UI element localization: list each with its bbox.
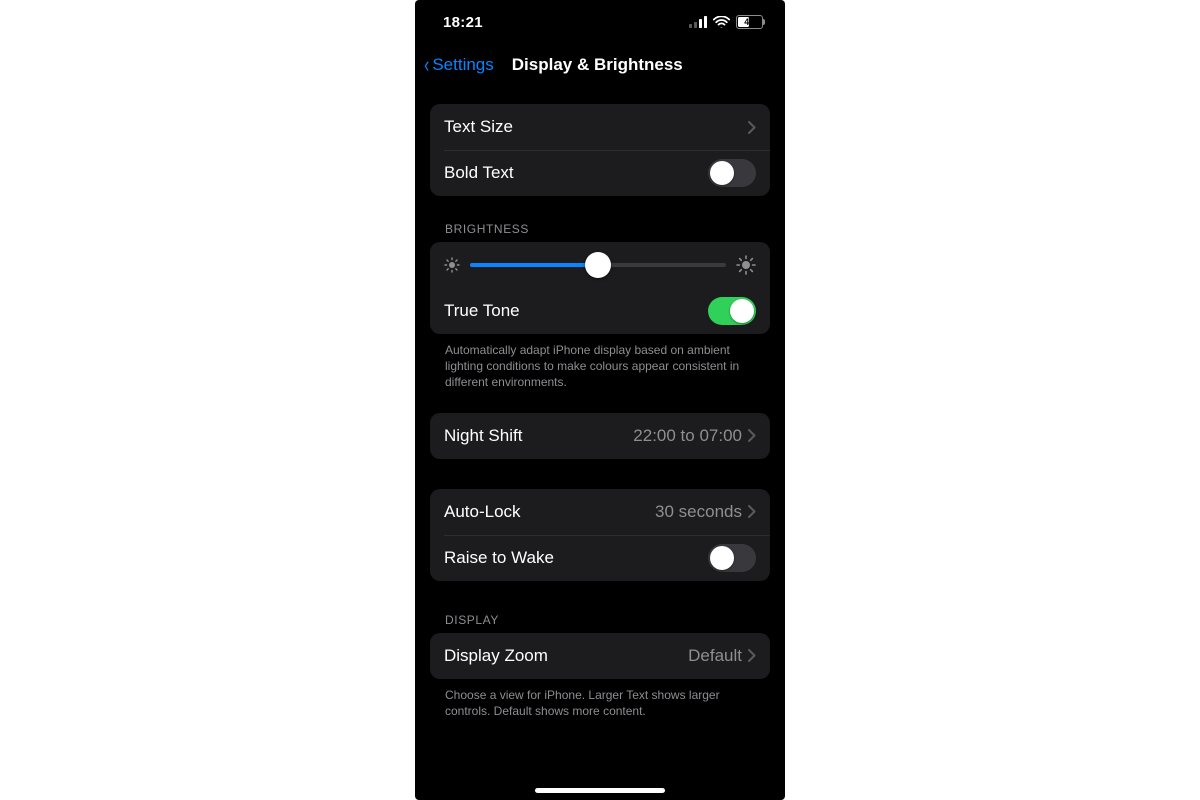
display-zoom-footer: Choose a view for iPhone. Larger Text sh… [445,687,755,719]
slider-track-fill [470,263,598,267]
brightness-slider[interactable] [470,251,726,279]
text-group: Text Size Bold Text [430,104,770,196]
page-title: Display & Brightness [512,55,683,75]
night-shift-group: Night Shift 22:00 to 07:00 [430,413,770,459]
auto-lock-value: 30 seconds [655,502,742,522]
status-right: 47 [689,15,763,29]
slider-thumb[interactable] [585,252,611,278]
display-zoom-row[interactable]: Display Zoom Default [430,633,770,679]
auto-lock-row[interactable]: Auto-Lock 30 seconds [430,489,770,535]
text-size-row[interactable]: Text Size [430,104,770,150]
display-zoom-label: Display Zoom [444,646,548,666]
night-shift-label: Night Shift [444,426,522,446]
auto-lock-label: Auto-Lock [444,502,521,522]
chevron-right-icon [748,121,756,134]
content: Text Size Bold Text BRIGHTNESS [415,104,785,769]
toggle-knob [730,299,754,323]
brightness-low-icon [444,257,460,273]
brightness-high-icon [736,255,756,275]
brightness-slider-row [430,242,770,288]
display-zoom-group: Display Zoom Default [430,633,770,679]
true-tone-row: True Tone [430,288,770,334]
true-tone-toggle[interactable] [708,297,756,325]
raise-to-wake-toggle[interactable] [708,544,756,572]
status-bar: 18:21 [415,0,785,44]
raise-to-wake-label: Raise to Wake [444,548,554,568]
lock-group: Auto-Lock 30 seconds Raise to Wake [430,489,770,581]
bold-text-toggle[interactable] [708,159,756,187]
status-time: 18:21 [443,14,483,31]
true-tone-footer: Automatically adapt iPhone display based… [445,342,755,391]
display-zoom-value: Default [688,646,742,666]
brightness-group: True Tone [430,242,770,334]
chevron-left-icon: ‹ [424,54,429,76]
wifi-icon [713,16,730,28]
text-size-label: Text Size [444,117,513,137]
raise-to-wake-row: Raise to Wake [430,535,770,581]
bold-text-row: Bold Text [430,150,770,196]
true-tone-label: True Tone [444,301,520,321]
phone-screen: 18:21 [415,0,785,800]
night-shift-row[interactable]: Night Shift 22:00 to 07:00 [430,413,770,459]
toggle-knob [710,546,734,570]
chevron-right-icon [748,505,756,518]
battery-percentage: 47 [744,17,755,27]
brightness-header: BRIGHTNESS [445,222,755,236]
display-header: DISPLAY [445,613,755,627]
stage: 18:21 [0,0,1200,800]
toggle-knob [710,161,734,185]
bold-text-label: Bold Text [444,163,514,183]
cellular-signal-icon [689,16,707,28]
nav-bar: ‹ Settings Display & Brightness [415,44,785,86]
home-indicator [535,788,665,793]
battery-icon: 47 [736,15,763,29]
chevron-right-icon [748,649,756,662]
back-label: Settings [432,55,493,75]
chevron-right-icon [748,429,756,442]
back-button[interactable]: ‹ Settings [423,54,494,76]
night-shift-value: 22:00 to 07:00 [633,426,742,446]
